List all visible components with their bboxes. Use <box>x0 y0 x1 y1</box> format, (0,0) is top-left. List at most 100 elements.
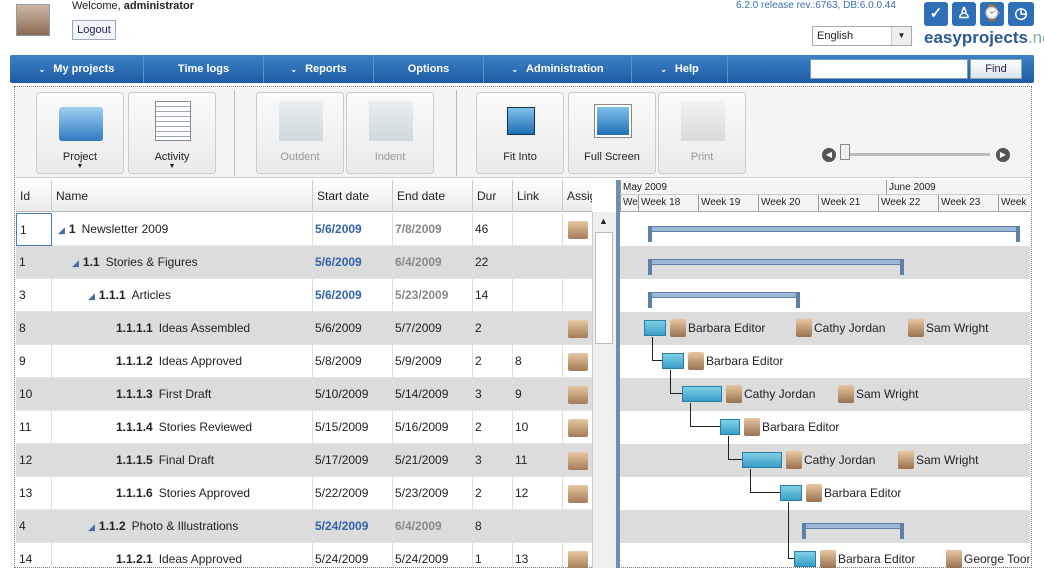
collapse-arrow-icon[interactable]: ◢ <box>88 522 95 532</box>
table-row[interactable]: 12 1.1.1.5 Final Draft 5/17/2009 5/21/2009 3 1… <box>16 444 592 477</box>
language-select[interactable]: English ▼ <box>812 26 912 46</box>
print-button[interactable]: Print <box>658 92 746 174</box>
cell-name[interactable]: 1.1.1.5 Final Draft <box>52 444 313 477</box>
task-bar[interactable] <box>742 452 782 468</box>
nav-administration[interactable]: ⌄ Administration <box>484 55 632 83</box>
cell-duration[interactable]: 3 <box>473 444 513 477</box>
logout-button[interactable]: Logout <box>72 20 116 40</box>
clock-icon[interactable]: ◷ <box>1008 2 1034 26</box>
cell-assign[interactable] <box>563 411 592 444</box>
cell-start[interactable]: 5/8/2009 <box>313 345 393 378</box>
nav-reports[interactable]: ⌄ Reports <box>264 55 374 83</box>
nav-my-projects[interactable]: ⌄ My projects <box>10 55 144 83</box>
cell-end[interactable]: 5/9/2009 <box>393 345 473 378</box>
cell-end[interactable]: 7/8/2009 <box>393 213 473 246</box>
cell-id[interactable]: 14 <box>16 543 52 568</box>
cell-link[interactable] <box>513 510 563 543</box>
collapse-arrow-icon[interactable]: ◢ <box>88 291 95 301</box>
cell-start[interactable]: 5/24/2009 <box>313 510 393 543</box>
cell-assign[interactable] <box>563 345 592 378</box>
cell-name[interactable]: 1.1.1.3 First Draft <box>52 378 313 411</box>
cell-duration[interactable]: 46 <box>473 213 513 246</box>
cell-assign[interactable] <box>563 444 592 477</box>
summary-bar[interactable] <box>802 523 904 539</box>
cell-start[interactable]: 5/6/2009 <box>313 246 393 279</box>
cell-assign[interactable] <box>563 213 592 246</box>
cell-end[interactable]: 5/16/2009 <box>393 411 473 444</box>
nav-help[interactable]: ⌄ Help <box>632 55 728 83</box>
table-row[interactable]: 8 1.1.1.1 Ideas Assembled 5/6/2009 5/7/2009 2 <box>16 312 592 345</box>
task-bar[interactable] <box>720 419 740 435</box>
col-dur-header[interactable]: Dur <box>473 180 513 212</box>
cell-end[interactable]: 6/4/2009 <box>393 510 473 543</box>
task-bar[interactable] <box>794 551 816 567</box>
cell-id[interactable]: 13 <box>16 477 52 510</box>
cell-duration[interactable]: 8 <box>473 510 513 543</box>
cell-id[interactable]: 12 <box>16 444 52 477</box>
zoom-in-icon[interactable]: ▶ <box>996 148 1010 162</box>
task-bar[interactable] <box>662 353 684 369</box>
cell-link[interactable]: 12 <box>513 477 563 510</box>
task-bar[interactable] <box>780 485 802 501</box>
cell-id[interactable]: 4 <box>16 510 52 543</box>
cell-duration[interactable]: 14 <box>473 279 513 312</box>
cell-assign[interactable] <box>563 279 592 312</box>
cell-id[interactable]: 1 <box>16 246 52 279</box>
cell-duration[interactable]: 22 <box>473 246 513 279</box>
col-link-header[interactable]: Link <box>513 180 563 212</box>
col-end-header[interactable]: End date <box>393 180 473 212</box>
cell-assign[interactable] <box>563 543 592 568</box>
cell-duration[interactable]: 3 <box>473 378 513 411</box>
cell-duration[interactable]: 1 <box>473 543 513 568</box>
task-bar[interactable] <box>644 320 666 336</box>
fit-into-button[interactable]: Fit Into <box>476 92 564 174</box>
cell-link[interactable]: 9 <box>513 378 563 411</box>
vertical-scrollbar[interactable]: ▲ <box>592 212 616 568</box>
cell-start[interactable]: 5/6/2009 <box>313 279 393 312</box>
cell-end[interactable]: 5/23/2009 <box>393 279 473 312</box>
nav-options[interactable]: Options <box>374 55 484 83</box>
table-row[interactable]: 1 ◢ 1 Newsletter 2009 5/6/2009 7/8/2009 46 <box>16 213 592 246</box>
table-row[interactable]: 10 1.1.1.3 First Draft 5/10/2009 5/14/2009 3 9 <box>16 378 592 411</box>
table-row[interactable]: 14 1.1.2.1 Ideas Approved 5/24/2009 5/24/200… <box>16 543 592 568</box>
table-row[interactable]: 11 1.1.1.4 Stories Reviewed 5/15/2009 5/16/2… <box>16 411 592 444</box>
cell-start[interactable]: 5/24/2009 <box>313 543 393 568</box>
outdent-button[interactable]: Outdent <box>256 92 344 174</box>
find-button[interactable]: Find <box>970 59 1022 79</box>
cell-start[interactable]: 5/10/2009 <box>313 378 393 411</box>
table-row[interactable]: 3 ◢ 1.1.1 Articles 5/6/2009 5/23/2009 14 <box>16 279 592 312</box>
scroll-thumb[interactable] <box>595 232 613 344</box>
collapse-arrow-icon[interactable]: ◢ <box>58 225 65 235</box>
zoom-slider[interactable]: ◀ ▶ <box>822 144 1010 162</box>
chevron-down-icon[interactable]: ▼ <box>891 27 911 45</box>
summary-bar[interactable] <box>648 259 904 275</box>
cell-end[interactable]: 5/23/2009 <box>393 477 473 510</box>
summary-bar[interactable] <box>648 226 1020 242</box>
cell-id[interactable]: 9 <box>16 345 52 378</box>
cell-link[interactable]: 10 <box>513 411 563 444</box>
cell-assign[interactable] <box>563 378 592 411</box>
cell-end[interactable]: 6/4/2009 <box>393 246 473 279</box>
cell-start[interactable]: 5/6/2009 <box>313 213 393 246</box>
table-row[interactable]: 13 1.1.1.6 Stories Approved 5/22/2009 5/23/2… <box>16 477 592 510</box>
cell-name[interactable]: ◢ 1 Newsletter 2009 <box>52 213 313 246</box>
timer-icon[interactable]: ⌚ <box>980 2 1004 26</box>
cell-link[interactable] <box>513 246 563 279</box>
cell-duration[interactable]: 2 <box>473 345 513 378</box>
checkmark-icon[interactable]: ✓ <box>924 2 948 26</box>
cell-assign[interactable] <box>563 312 592 345</box>
cell-name[interactable]: 1.1.1.6 Stories Approved <box>52 477 313 510</box>
full-screen-button[interactable]: Full Screen <box>568 92 656 174</box>
cell-link[interactable]: 8 <box>513 345 563 378</box>
cell-name[interactable]: 1.1.2.1 Ideas Approved <box>52 543 313 568</box>
project-button[interactable]: Project ▼ <box>36 92 124 174</box>
cell-end[interactable]: 5/14/2009 <box>393 378 473 411</box>
cell-name[interactable]: ◢ 1.1.1 Articles <box>52 279 313 312</box>
table-row[interactable]: 4 ◢ 1.1.2 Photo & Illustrations 5/24/2009 6/4… <box>16 510 592 543</box>
cell-assign[interactable] <box>563 477 592 510</box>
cell-name[interactable]: 1.1.1.2 Ideas Approved <box>52 345 313 378</box>
cell-assign[interactable] <box>563 510 592 543</box>
cell-assign[interactable] <box>563 246 592 279</box>
cell-start[interactable]: 5/22/2009 <box>313 477 393 510</box>
cell-link[interactable] <box>513 312 563 345</box>
